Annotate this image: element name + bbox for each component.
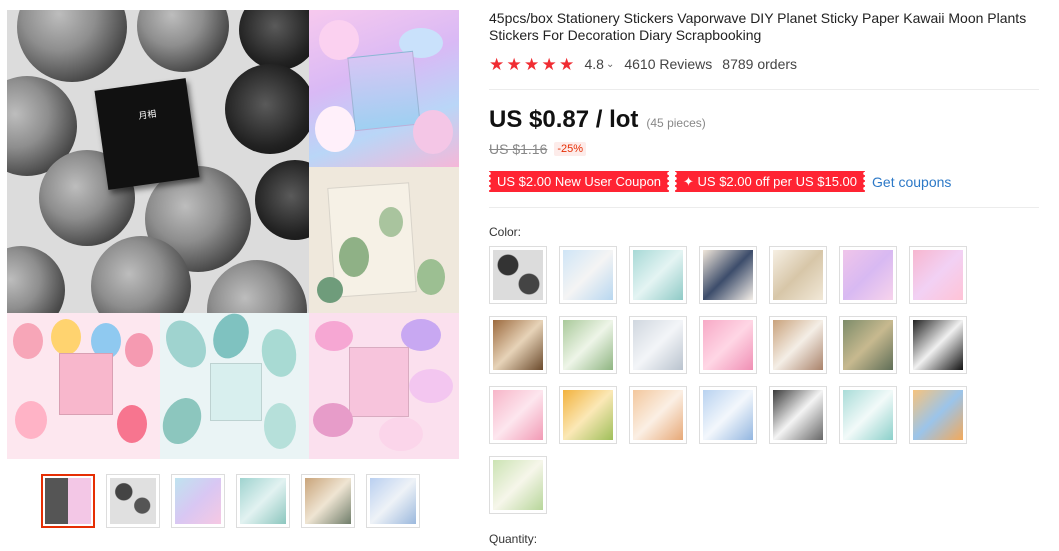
color-swatch[interactable] xyxy=(839,386,897,444)
thumbnail-3[interactable] xyxy=(171,474,225,528)
color-swatch[interactable] xyxy=(909,316,967,374)
thumbnail-1[interactable] xyxy=(41,474,95,528)
main-product-image[interactable]: 月相 xyxy=(7,10,459,459)
thumbnail-2[interactable] xyxy=(106,474,160,528)
orders-count: 8789 orders xyxy=(722,56,798,72)
divider xyxy=(489,89,1039,90)
thumbnail-5[interactable] xyxy=(301,474,355,528)
color-swatch[interactable] xyxy=(489,246,547,304)
store-coupon[interactable]: ✦ US $2.00 off per US $15.00 xyxy=(675,171,866,192)
price-row: US $0.87 / lot (45 pieces) xyxy=(489,106,706,134)
color-swatch[interactable] xyxy=(909,386,967,444)
color-swatch[interactable] xyxy=(559,386,617,444)
box-label: 月相 xyxy=(137,108,157,121)
moon-stickers-image: 月相 xyxy=(7,10,309,313)
new-user-coupon[interactable]: US $2.00 New User Coupon xyxy=(489,171,670,192)
color-swatch[interactable] xyxy=(489,456,547,514)
star-icon: ★ xyxy=(489,54,505,74)
pieces-count: (45 pieces) xyxy=(646,116,706,130)
color-swatch[interactable] xyxy=(489,386,547,444)
butterfly-stickers-image xyxy=(309,313,459,459)
star-icon: ★ xyxy=(541,54,557,74)
plant-stickers-image xyxy=(309,167,459,313)
color-swatch[interactable] xyxy=(699,246,757,304)
color-swatch[interactable] xyxy=(629,316,687,374)
color-swatch[interactable] xyxy=(699,316,757,374)
color-swatch[interactable] xyxy=(769,386,827,444)
leaf-stickers-image xyxy=(160,313,309,459)
color-swatch[interactable] xyxy=(559,316,617,374)
reviews-link[interactable]: 4610 Reviews xyxy=(624,56,712,72)
coupon-row: US $2.00 New User Coupon ✦ US $2.00 off … xyxy=(489,171,951,192)
color-swatch[interactable] xyxy=(769,246,827,304)
rating-value[interactable]: 4.8 xyxy=(585,56,604,72)
divider xyxy=(489,207,1039,208)
star-icon: ★ xyxy=(524,54,540,74)
star-icon: ★ xyxy=(506,54,522,74)
thumbnail-6[interactable] xyxy=(366,474,420,528)
product-title: 45pcs/box Stationery Stickers Vaporwave … xyxy=(489,10,1027,43)
color-swatch[interactable] xyxy=(559,246,617,304)
color-swatch[interactable] xyxy=(909,246,967,304)
balloon-stickers-image xyxy=(7,313,160,459)
rating-stars[interactable]: ★ ★ ★ ★ ★ xyxy=(489,56,577,73)
original-price-row: US $1.16 -25% xyxy=(489,141,587,157)
star-icon: ★ xyxy=(559,54,575,74)
color-swatch[interactable] xyxy=(699,386,757,444)
quantity-label: Quantity: xyxy=(489,532,538,546)
color-swatch[interactable] xyxy=(489,316,547,374)
color-swatch[interactable] xyxy=(629,246,687,304)
unicorn-stickers-image xyxy=(309,10,459,167)
color-swatch[interactable] xyxy=(839,246,897,304)
color-swatches xyxy=(489,246,979,516)
color-swatch[interactable] xyxy=(769,316,827,374)
color-swatch[interactable] xyxy=(839,316,897,374)
discount-badge: -25% xyxy=(554,142,587,156)
thumbnail-4[interactable] xyxy=(236,474,290,528)
sticker-box: 月相 xyxy=(94,78,200,190)
chevron-down-icon[interactable]: ⌄ xyxy=(606,59,614,70)
rating-row: ★ ★ ★ ★ ★ 4.8 ⌄ 4610 Reviews 8789 orders xyxy=(489,55,797,73)
current-price: US $0.87 / lot xyxy=(489,106,639,133)
color-swatch[interactable] xyxy=(629,386,687,444)
color-label: Color: xyxy=(489,225,522,239)
original-price: US $1.16 xyxy=(489,141,548,157)
get-coupons-link[interactable]: Get coupons xyxy=(872,174,951,190)
